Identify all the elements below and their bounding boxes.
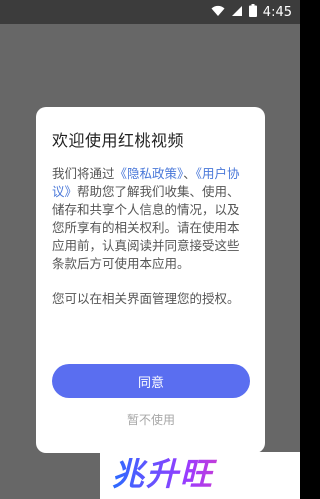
paragraph-rest: 帮助您了解我们收集、使用、储存和共享个人信息的情况，以及您所享有的相关权利。请在… <box>52 184 240 271</box>
status-bar: 4:45 <box>0 0 300 24</box>
paragraph-prefix: 我们将通过 <box>52 166 115 181</box>
separator: 、 <box>183 166 196 181</box>
decline-button[interactable]: 暂不使用 <box>52 407 250 431</box>
dialog-paragraph-2: 您可以在相关界面管理您的授权。 <box>52 291 240 306</box>
app-screen: 4:45 欢迎使用红桃视频 我们将通过《隐私政策》、《用户协议》帮助您了解我们收… <box>0 0 300 499</box>
watermark-logo: 兆升旺 <box>112 453 262 495</box>
status-time: 4:45 <box>262 4 292 20</box>
privacy-policy-link[interactable]: 《隐私政策》 <box>115 166 184 181</box>
battery-icon <box>248 4 257 20</box>
dialog-body: 我们将通过《隐私政策》、《用户协议》帮助您了解我们收集、使用、储存和共享个人信息… <box>52 165 250 325</box>
agree-button[interactable]: 同意 <box>52 364 250 398</box>
privacy-dialog: 欢迎使用红桃视频 我们将通过《隐私政策》、《用户协议》帮助您了解我们收集、使用、… <box>36 107 265 453</box>
wifi-icon <box>211 5 225 20</box>
status-icons: 4:45 <box>211 0 292 24</box>
dialog-title: 欢迎使用红桃视频 <box>52 131 185 150</box>
dialog-paragraph-1: 我们将通过《隐私政策》、《用户协议》帮助您了解我们收集、使用、储存和共享个人信息… <box>52 165 250 273</box>
signal-icon <box>231 5 243 20</box>
